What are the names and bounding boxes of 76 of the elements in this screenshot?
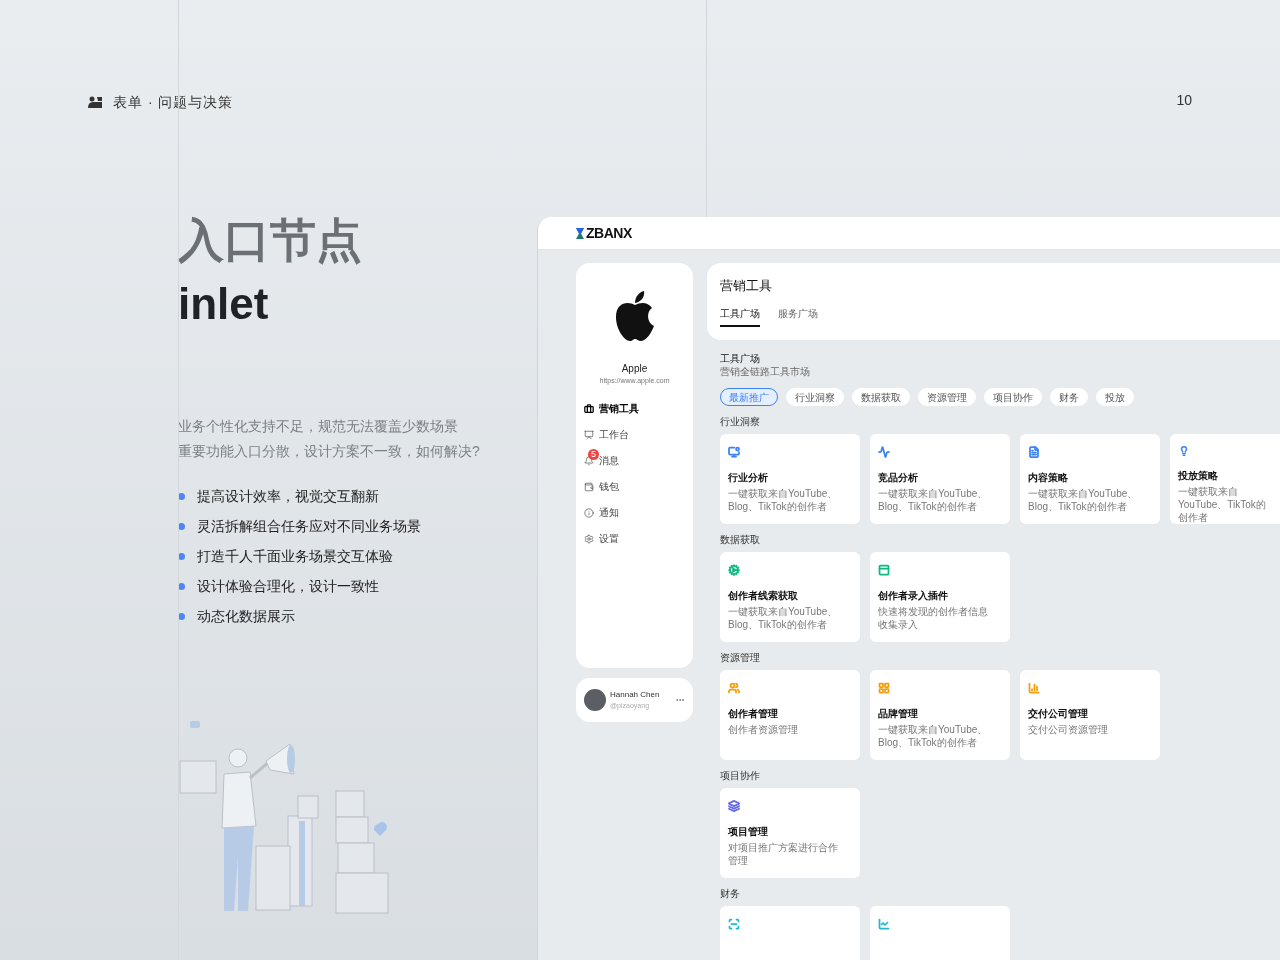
tool-description: 一键获取来自YouTube、Blog、TikTok的创作者 xyxy=(728,487,839,513)
nav-item[interactable]: 工作台 xyxy=(584,422,693,443)
people-icon xyxy=(88,96,103,109)
tool-description: 创作者资源管理 xyxy=(728,723,799,736)
tool-title: 创作者录入插件 xyxy=(878,589,949,603)
tool-description: 交付公司资源管理 xyxy=(1028,723,1109,736)
nav-icon xyxy=(584,429,594,440)
goal-text: 动态化数据展示 xyxy=(197,607,295,626)
nav-item[interactable]: 通知 xyxy=(584,500,693,521)
page-number: 10 xyxy=(1176,91,1192,108)
tool-title: 交付公司管理 xyxy=(1028,707,1089,721)
slide-title: 入口节点 xyxy=(178,213,363,267)
tool-card[interactable]: 项目管理 对项目推广方案进行合作管理 xyxy=(720,788,860,878)
nav-icon xyxy=(584,507,594,518)
apple-icon xyxy=(613,291,656,341)
tool-card[interactable]: 创作者录入插件 快速将发现的创作者信息收集录入 xyxy=(870,552,1010,642)
group-title: 财务 xyxy=(720,888,741,900)
tool-description: 一键获取来自YouTube、Blog、TikTok的创作者 xyxy=(878,487,989,513)
goal-text: 打造千人千面业务场景交互体验 xyxy=(197,547,393,566)
tool-description: 一键获取来自YouTube、TikTok的创作者 xyxy=(1178,485,1267,524)
tool-description: 对项目推广方案进行合作管理 xyxy=(728,841,839,867)
tool-description: 一键获取来自YouTube、Blog、TikTok的创作者 xyxy=(1028,487,1139,513)
tool-title: 行业分析 xyxy=(728,471,769,485)
nav-icon xyxy=(584,455,594,466)
nav-icon xyxy=(584,533,594,544)
tool-card[interactable]: 竞品分析 一键获取来自YouTube、Blog、TikTok的创作者 xyxy=(870,434,1010,524)
filter-chip[interactable]: 数据获取 xyxy=(852,388,910,406)
section-title: 工具广场 xyxy=(720,352,761,365)
hourglass-icon xyxy=(576,227,584,239)
filter-chip[interactable]: 财务 xyxy=(1050,388,1088,406)
tool-title: 内容策略 xyxy=(1028,471,1069,485)
tool-title: 品牌管理 xyxy=(878,707,919,721)
tool-description: 快速将发现的创作者信息收集录入 xyxy=(878,605,989,631)
tool-card[interactable]: 创作者管理 创作者资源管理 xyxy=(720,670,860,760)
problem-text: 业务个性化支持不足，规范无法覆盖少数场景 xyxy=(178,417,459,436)
filter-chip[interactable]: 投放 xyxy=(1096,388,1134,406)
nav-item[interactable]: 设置 xyxy=(584,526,693,547)
group-title: 项目协作 xyxy=(720,770,761,782)
tool-card[interactable]: 投放策略 一键获取来自YouTube、TikTok的创作者 xyxy=(1170,434,1280,524)
user-name: Hannah Chen xyxy=(610,688,661,701)
nav-item[interactable]: 营销工具 xyxy=(584,396,693,417)
nav-item[interactable]: 钱包 xyxy=(584,474,693,495)
tool-title: 项目管理 xyxy=(728,825,769,839)
tool-description: 一键获取来自YouTube、Blog、TikTok的创作者 xyxy=(728,605,839,631)
group-title: 行业洞察 xyxy=(720,416,761,428)
goal-text: 设计体验合理化，设计一致性 xyxy=(197,577,379,596)
tool-card[interactable]: 行业分析 一键获取来自YouTube、Blog、TikTok的创作者 xyxy=(720,434,860,524)
tool-description: 一键获取来自YouTube、Blog、TikTok的创作者 xyxy=(878,723,989,749)
tool-card[interactable]: 内容策略 一键获取来自YouTube、Blog、TikTok的创作者 xyxy=(1020,434,1160,524)
avatar xyxy=(584,689,606,711)
tab[interactable]: 工具广场 xyxy=(720,305,760,327)
notification-badge: 5 xyxy=(588,448,599,460)
group-title: 资源管理 xyxy=(720,652,761,664)
app-logo[interactable]: ZBANX xyxy=(586,222,632,244)
filter-chip[interactable]: 资源管理 xyxy=(918,388,976,406)
problem-text: 重要功能入口分散，设计方案不一致，如何解决? xyxy=(178,442,481,461)
tab[interactable]: 服务广场 xyxy=(778,305,818,327)
tool-card[interactable]: 品牌管理 一键获取来自YouTube、Blog、TikTok的创作者 xyxy=(870,670,1010,760)
nav-icon xyxy=(584,403,594,414)
tool-title: 创作者管理 xyxy=(728,707,779,721)
brand-name: Apple xyxy=(621,362,648,376)
nav-icon xyxy=(584,481,594,492)
filter-chip[interactable]: 项目协作 xyxy=(984,388,1042,406)
tool-title: 投放策略 xyxy=(1178,469,1219,483)
nav-item[interactable]: 消息 5 xyxy=(584,448,693,469)
section-subtitle: 营销全链路工具市场 xyxy=(720,365,811,378)
tool-card[interactable]: 创作者线索获取 一键获取来自YouTube、Blog、TikTok的创作者 xyxy=(720,552,860,642)
page-title: 营销工具 xyxy=(720,277,773,295)
filter-chip[interactable]: 行业洞察 xyxy=(786,388,844,406)
tool-title: 创作者线索获取 xyxy=(728,589,799,603)
slide-subtitle: inlet xyxy=(178,279,270,329)
group-title: 数据获取 xyxy=(720,534,761,546)
tool-card[interactable]: 交付公司管理 交付公司资源管理 xyxy=(1020,670,1160,760)
goal-text: 提高设计效率，视觉交互翻新 xyxy=(197,487,379,506)
tool-title: 竞品分析 xyxy=(878,471,919,485)
goal-text: 灵活拆解组合任务应对不同业务场景 xyxy=(197,517,421,536)
